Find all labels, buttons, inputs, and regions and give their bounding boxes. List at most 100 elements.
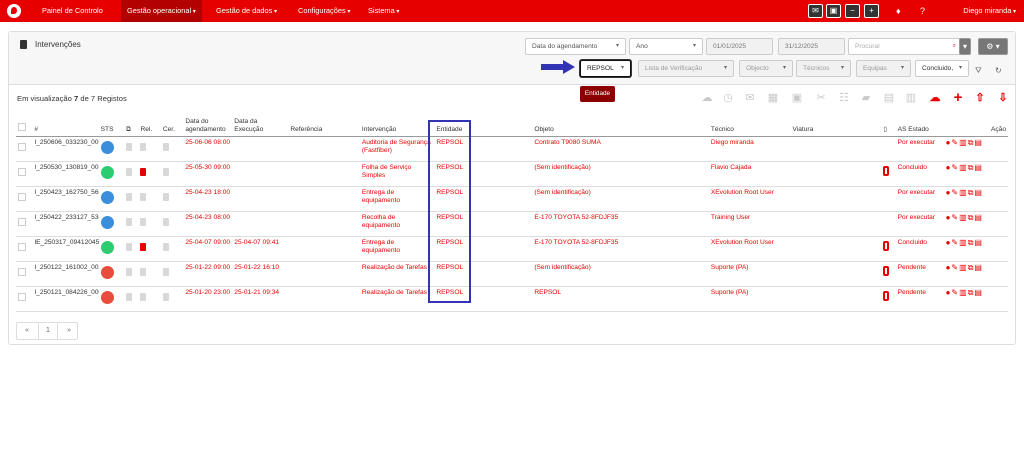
certificate-icon[interactable] (162, 143, 169, 151)
chat-icon[interactable]: ✉ (808, 4, 823, 18)
print-icon[interactable]: ▤ (974, 263, 983, 272)
delete-icon[interactable]: ▥ (959, 288, 968, 297)
select-all-checkbox[interactable] (18, 123, 26, 131)
copy-icon[interactable] (126, 218, 133, 226)
intervention-type[interactable]: Realização de Tarefas (359, 286, 435, 312)
table-row[interactable]: I_250121_084226_0008 25-01-20 23:00 25-0… (16, 286, 1008, 312)
copy-cell[interactable] (124, 211, 139, 237)
copy-icon[interactable] (126, 143, 133, 151)
help-icon[interactable]: ? (920, 5, 925, 17)
certificate-cell[interactable] (160, 261, 184, 287)
phone-icon[interactable] (883, 291, 890, 301)
copy-cell[interactable] (124, 286, 139, 312)
edit-icon[interactable]: ✎ (951, 288, 959, 297)
copy-cell[interactable] (124, 261, 139, 287)
print-icon[interactable]: ▤ (974, 163, 983, 172)
certificate-icon[interactable] (162, 193, 169, 201)
row-checkbox[interactable] (18, 293, 26, 301)
search-icon[interactable]: ⌕ (953, 39, 956, 54)
email-icon[interactable]: ✉ (743, 91, 757, 105)
object[interactable]: (Sem identificação) (532, 161, 709, 187)
row-actions[interactable]: ●✎▥⧉▤ (943, 186, 1008, 212)
cloud-add-icon[interactable]: ☁ (928, 91, 942, 105)
report-icon[interactable] (140, 243, 147, 251)
certificate-icon[interactable] (162, 218, 169, 226)
search-options-button[interactable]: ▾ (959, 38, 971, 55)
table-row[interactable]: I_250530_130819_0014 25-05-30 09:00 Folh… (16, 161, 1008, 187)
entity[interactable]: REPSOL (434, 236, 533, 262)
object[interactable]: (Sem identificação) (532, 186, 709, 212)
report-cell[interactable] (138, 286, 161, 312)
users-icon[interactable]: ☷ (837, 91, 851, 105)
copy-cell[interactable] (124, 136, 139, 162)
delete-icon[interactable]: ▥ (959, 163, 968, 172)
object-filter[interactable]: Objecto ▾ (739, 60, 793, 77)
search-input[interactable]: Procurar ⌕ (848, 38, 963, 55)
row-checkbox-cell[interactable] (16, 186, 33, 212)
cloud-download-icon[interactable]: ☁ (700, 91, 714, 105)
certificate-cell[interactable] (160, 286, 184, 312)
copy-icon[interactable] (126, 268, 133, 276)
phone-cell[interactable] (881, 261, 896, 287)
intervention-id[interactable]: I_250121_084226_0008 (32, 286, 99, 312)
print-icon[interactable]: ▤ (974, 213, 983, 222)
row-actions[interactable]: ●✎▥⧉▤ (943, 161, 1008, 187)
report-cell[interactable] (138, 136, 161, 162)
briefcase-icon[interactable]: ▦ (766, 91, 780, 105)
phone-icon[interactable] (883, 166, 890, 176)
entity[interactable]: REPSOL (434, 136, 533, 162)
copy-cell[interactable] (124, 186, 139, 212)
edit-icon[interactable]: ✎ (951, 138, 959, 147)
technicians-filter[interactable]: Técnicos ▾ (796, 60, 851, 77)
entity[interactable]: REPSOL (434, 211, 533, 237)
row-checkbox-cell[interactable] (16, 286, 33, 312)
row-actions[interactable]: ●✎▥⧉▤ (943, 211, 1008, 237)
row-actions[interactable]: ●✎▥⧉▤ (943, 261, 1008, 287)
id-card-icon[interactable]: ▣ (826, 4, 841, 18)
teams-filter[interactable]: Equipas ▾ (856, 60, 911, 77)
car-icon[interactable]: ▰ (859, 91, 873, 105)
object[interactable]: REPSOL (532, 286, 709, 312)
technician[interactable]: Diego miranda (708, 136, 791, 162)
bell-icon[interactable]: ♦ (896, 5, 901, 17)
report-icon[interactable] (140, 143, 147, 151)
add-icon[interactable]: + (951, 90, 965, 105)
copy-cell[interactable] (124, 161, 139, 187)
copy-icon[interactable] (126, 168, 133, 176)
technician[interactable]: XEvolution Root User (708, 186, 791, 212)
user-cut-icon[interactable]: ✂ (814, 91, 828, 105)
minus-icon[interactable]: − (845, 4, 860, 18)
pagination-first-button[interactable]: « (17, 323, 37, 339)
refresh-icon[interactable]: ↻ (995, 65, 1002, 77)
nav-system[interactable]: Sistema (362, 0, 405, 22)
intervention-type[interactable]: Realização de Tarefas (359, 261, 435, 287)
nav-operational-management[interactable]: Gestão operacional (121, 0, 202, 22)
technician[interactable]: Suporte (PA) (708, 286, 791, 312)
certificate-cell[interactable] (160, 136, 184, 162)
trash-icon[interactable]: ▥ (904, 91, 918, 105)
status-filter[interactable]: Concluido, ▾ (915, 60, 969, 77)
end-date-input[interactable]: 31/12/2025 (778, 38, 845, 55)
pagination-last-button[interactable]: » (59, 323, 79, 339)
intervention-type[interactable]: Entrega de equipamento (359, 186, 435, 212)
row-checkbox-cell[interactable] (16, 261, 33, 287)
certificate-cell[interactable] (160, 211, 184, 237)
table-row[interactable]: IE_250317_09412045 25-04-07 09:00 25-04-… (16, 236, 1008, 262)
certificate-icon[interactable] (162, 268, 169, 276)
pagination-page-1[interactable]: 1 (38, 323, 58, 339)
clear-filter-icon[interactable]: ⛛ (975, 65, 982, 77)
object[interactable]: Contrato T9080 SUMA (532, 136, 709, 162)
date-type-select[interactable]: Data do agendamento ▾ (525, 38, 626, 55)
object[interactable]: E-170 TOYOTA 52-8FDJF35 (532, 236, 709, 262)
object[interactable]: E-170 TOYOTA 52-8FDJF35 (532, 211, 709, 237)
certificate-cell[interactable] (160, 236, 184, 262)
intervention-id[interactable]: IE_250317_09412045 (32, 236, 99, 262)
intervention-type[interactable]: Recolha de equipamento (359, 211, 435, 237)
gear-button[interactable]: ⚙ ▾ (978, 38, 1008, 55)
certificate-cell[interactable] (160, 161, 184, 187)
entity[interactable]: REPSOL (434, 161, 533, 187)
phone-cell[interactable] (881, 286, 896, 312)
report-cell[interactable] (138, 186, 161, 212)
intervention-id[interactable]: I_250530_130819_0014 (32, 161, 99, 187)
copy-icon[interactable] (126, 243, 133, 251)
